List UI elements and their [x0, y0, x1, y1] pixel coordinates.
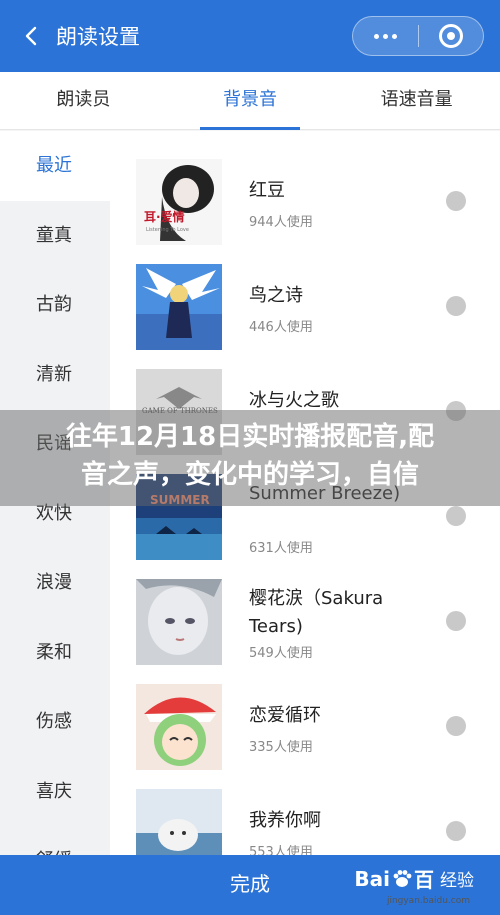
more-button[interactable] — [353, 16, 418, 56]
album-cover — [136, 684, 222, 770]
close-button[interactable] — [419, 16, 484, 56]
music-usage-count: 944人使用 — [249, 215, 313, 230]
footer-bar: 完成 Bai 百 经验 — [0, 855, 500, 915]
category-sad[interactable]: 伤感 — [0, 687, 110, 757]
music-usage-count: 335人使用 — [249, 740, 313, 755]
target-circle-icon — [438, 24, 463, 48]
page-title: 朗读设置 — [56, 25, 140, 49]
baidu-jingyan-logo: Bai 百 经验 — [354, 866, 474, 893]
app-header: 朗读设置 — [0, 0, 500, 72]
svg-text:耳·爱情: 耳·爱情 — [144, 209, 185, 224]
caption-line-2: 音之声，变化中的学习，自信 — [80, 460, 419, 490]
more-dots-icon — [373, 33, 397, 39]
tab-background-music[interactable]: 背景音 — [167, 72, 334, 130]
music-item[interactable]: 恋爱循环 335人使用 — [110, 656, 500, 770]
chevron-left-icon — [25, 26, 37, 46]
category-soft[interactable]: 柔和 — [0, 618, 110, 688]
select-radio[interactable] — [446, 506, 466, 526]
category-festive[interactable]: 喜庆 — [0, 757, 110, 827]
music-name: 红豆 — [249, 180, 285, 201]
category-soothing[interactable]: 舒缓 — [0, 826, 110, 855]
select-radio[interactable] — [446, 716, 466, 736]
music-name: 恋爱循环 — [249, 705, 321, 726]
back-button[interactable] — [14, 18, 50, 54]
select-radio[interactable] — [446, 296, 466, 316]
music-item[interactable]: 耳·爱情 Listening To Love 红豆 944人使用 — [110, 131, 500, 245]
mini-program-capsule — [352, 16, 484, 56]
category-romantic[interactable]: 浪漫 — [0, 548, 110, 618]
album-cover — [136, 579, 222, 665]
tab-reader[interactable]: 朗读员 — [0, 72, 167, 129]
select-radio[interactable] — [446, 191, 466, 211]
music-item[interactable]: 我养你啊 553人使用 — [110, 761, 500, 855]
album-cover — [136, 789, 222, 855]
category-childlike[interactable]: 童真 — [0, 201, 110, 271]
svg-text:Listening To Love: Listening To Love — [146, 227, 189, 233]
paw-icon — [393, 869, 412, 887]
select-radio[interactable] — [446, 611, 466, 631]
select-radio[interactable] — [446, 821, 466, 841]
music-name: 鸟之诗 — [249, 285, 303, 306]
music-usage-count: 553人使用 — [249, 845, 313, 855]
category-recent[interactable]: 最近 — [0, 131, 110, 201]
tab-speed-volume[interactable]: 语速音量 — [333, 72, 500, 129]
album-cover: 耳·爱情 Listening To Love — [136, 159, 222, 245]
music-name: 我养你啊 — [249, 810, 321, 831]
music-usage-count: 446人使用 — [249, 320, 313, 335]
watermark-url: jingyan.baidu.com — [386, 896, 470, 906]
music-name: 樱花涙（Sakura Tears) — [249, 588, 384, 637]
category-fresh[interactable]: 清新 — [0, 340, 110, 410]
caption-line-1: 往年12月18日实时播报配音,配 — [65, 422, 435, 452]
music-item[interactable]: 樱花涙（Sakura Tears) 549人使用 — [110, 551, 500, 665]
album-cover — [136, 264, 222, 350]
category-classical[interactable]: 古韵 — [0, 270, 110, 340]
music-item[interactable]: 鸟之诗 446人使用 — [110, 236, 500, 350]
tab-bar: 朗读员 背景音 语速音量 — [0, 72, 500, 130]
